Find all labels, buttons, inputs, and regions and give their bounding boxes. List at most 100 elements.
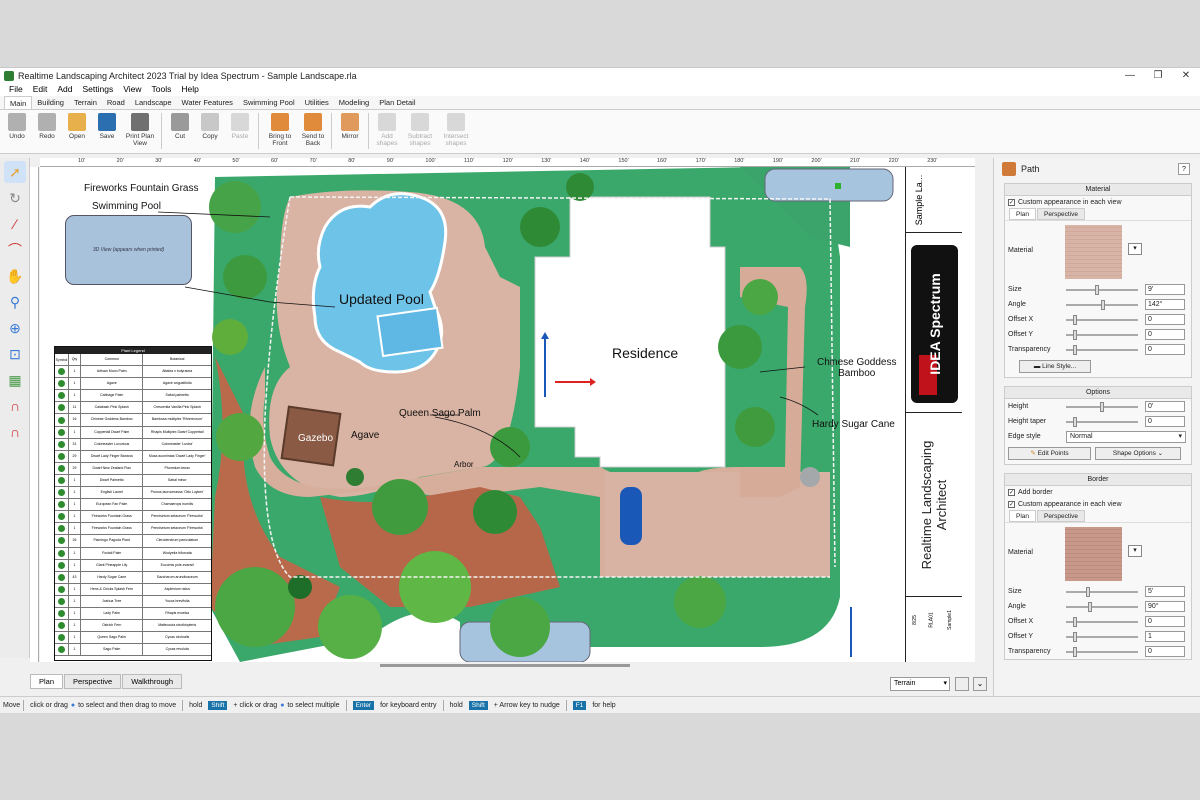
material-swatch[interactable]: [1065, 225, 1122, 279]
transparency-value[interactable]: 0: [1145, 646, 1185, 657]
height-taper-slider[interactable]: [1066, 416, 1138, 427]
send-to-back-button[interactable]: Send to Back: [298, 113, 328, 147]
print-plan-view-button[interactable]: Print Plan View: [122, 113, 158, 147]
slider-thumb[interactable]: [1072, 616, 1077, 627]
menu-tools[interactable]: Tools: [146, 83, 176, 96]
border-material-swatch[interactable]: [1065, 527, 1122, 581]
tab-material-perspective[interactable]: Perspective: [1037, 208, 1085, 220]
slider-thumb[interactable]: [1072, 416, 1077, 427]
mirror-button[interactable]: Mirror: [335, 113, 365, 140]
zoom-extents-icon[interactable]: ⊡: [4, 343, 26, 365]
slider-thumb[interactable]: [1087, 601, 1092, 612]
custom-appearance-checkbox[interactable]: ✓ Custom appearance in each view: [1005, 196, 1191, 208]
size-value[interactable]: 5': [1145, 586, 1185, 597]
height-slider[interactable]: [1066, 401, 1138, 412]
border-material-dropdown-button[interactable]: ▾: [1128, 545, 1142, 557]
transparency-value[interactable]: 0: [1145, 344, 1185, 355]
shape-options-button[interactable]: Shape Options ⌄: [1095, 447, 1181, 460]
offset-y-slider[interactable]: [1066, 631, 1138, 642]
height-value[interactable]: 0': [1145, 401, 1185, 412]
close-button[interactable]: ✕: [1172, 68, 1200, 83]
menu-add[interactable]: Add: [52, 83, 77, 96]
terrain-select[interactable]: Terrain ▾: [890, 677, 950, 691]
intersect-shapes-button[interactable]: Intersect shapes: [438, 113, 474, 147]
offset-x-slider[interactable]: [1066, 314, 1138, 325]
select-arrow-icon[interactable]: ➚: [4, 161, 26, 183]
tab-water-features[interactable]: Water Features: [177, 96, 238, 109]
zoom-icon[interactable]: ⚲: [4, 291, 26, 313]
edit-points-button[interactable]: ✎ Edit Points: [1008, 447, 1091, 460]
menu-help[interactable]: Help: [176, 83, 203, 96]
undo-button[interactable]: Undo: [2, 113, 32, 140]
tab-border-perspective[interactable]: Perspective: [1037, 510, 1085, 522]
tab-terrain[interactable]: Terrain: [69, 96, 102, 109]
tab-utilities[interactable]: Utilities: [300, 96, 334, 109]
tab-road[interactable]: Road: [102, 96, 130, 109]
open-button[interactable]: Open: [62, 113, 92, 140]
menu-view[interactable]: View: [118, 83, 146, 96]
slider-thumb[interactable]: [1072, 314, 1077, 325]
tab-perspective[interactable]: Perspective: [64, 674, 122, 689]
height-taper-value[interactable]: 0: [1145, 416, 1185, 427]
line-style-button[interactable]: ▬ Line Style...: [1019, 360, 1091, 373]
angle-slider[interactable]: [1066, 601, 1138, 612]
tab-material-plan[interactable]: Plan: [1009, 208, 1037, 220]
zoom-window-icon[interactable]: ⊕: [4, 317, 26, 339]
tab-modeling[interactable]: Modeling: [334, 96, 374, 109]
slider-thumb[interactable]: [1072, 646, 1077, 657]
size-value[interactable]: 9': [1145, 284, 1185, 295]
menu-edit[interactable]: Edit: [28, 83, 53, 96]
snap-magnet-icon[interactable]: ∩: [4, 395, 26, 417]
help-button[interactable]: ?: [1178, 163, 1190, 175]
bring-to-front-button[interactable]: Bring to Front: [262, 113, 298, 147]
snap-magnet-2-icon[interactable]: ∩: [4, 421, 26, 443]
transparency-slider[interactable]: [1066, 646, 1138, 657]
pan-hand-icon[interactable]: ✋: [4, 265, 26, 287]
rotate-icon[interactable]: ↻: [4, 187, 26, 209]
tab-swimming-pool[interactable]: Swimming Pool: [238, 96, 300, 109]
slider-thumb[interactable]: [1072, 344, 1077, 355]
edge-style-select[interactable]: Normal ▾: [1066, 430, 1186, 443]
slider-thumb[interactable]: [1086, 586, 1091, 597]
add-shapes-button[interactable]: Add shapes: [372, 113, 402, 147]
horizontal-scrollbar[interactable]: [380, 664, 630, 667]
layers-button[interactable]: [955, 677, 969, 691]
minimize-button[interactable]: —: [1116, 68, 1144, 83]
offset-y-value[interactable]: 1: [1145, 631, 1185, 642]
menu-settings[interactable]: Settings: [77, 83, 118, 96]
size-slider[interactable]: [1066, 284, 1138, 295]
offset-y-value[interactable]: 0: [1145, 329, 1185, 340]
redo-button[interactable]: Redo: [32, 113, 62, 140]
border-custom-appearance-checkbox[interactable]: ✓ Custom appearance in each view: [1005, 498, 1191, 510]
tab-plan-detail[interactable]: Plan Detail: [374, 96, 420, 109]
angle-slider[interactable]: [1066, 299, 1138, 310]
offset-x-slider[interactable]: [1066, 616, 1138, 627]
maximize-button[interactable]: ❐: [1144, 68, 1172, 83]
angle-value[interactable]: 142°: [1145, 299, 1185, 310]
offset-x-value[interactable]: 0: [1145, 314, 1185, 325]
plan-canvas[interactable]: 3D View (appears when printed) Fireworks…: [40, 167, 975, 662]
transparency-slider[interactable]: [1066, 344, 1138, 355]
layers-dropdown-button[interactable]: ⌄: [973, 677, 987, 691]
tab-plan[interactable]: Plan: [30, 674, 64, 689]
curve-tool-icon[interactable]: ⌒: [4, 239, 26, 261]
tab-building[interactable]: Building: [32, 96, 69, 109]
tab-walkthrough[interactable]: Walkthrough: [122, 674, 183, 689]
slider-thumb[interactable]: [1100, 401, 1104, 412]
slider-thumb[interactable]: [1072, 329, 1077, 340]
add-border-checkbox[interactable]: ✓ Add border: [1005, 486, 1191, 498]
menu-file[interactable]: File: [4, 83, 28, 96]
offset-y-slider[interactable]: [1066, 329, 1138, 340]
paste-button[interactable]: Paste: [225, 113, 255, 140]
slider-thumb[interactable]: [1094, 284, 1099, 295]
tab-landscape[interactable]: Landscape: [130, 96, 177, 109]
line-tool-icon[interactable]: ∕: [4, 213, 26, 235]
tab-border-plan[interactable]: Plan: [1009, 510, 1037, 522]
subtract-shapes-button[interactable]: Subtract shapes: [402, 113, 438, 147]
slider-thumb[interactable]: [1101, 299, 1106, 310]
slider-thumb[interactable]: [1072, 631, 1077, 642]
cut-button[interactable]: Cut: [165, 113, 195, 140]
angle-value[interactable]: 90°: [1145, 601, 1185, 612]
grid-icon[interactable]: ▦: [4, 369, 26, 391]
size-slider[interactable]: [1066, 586, 1138, 597]
